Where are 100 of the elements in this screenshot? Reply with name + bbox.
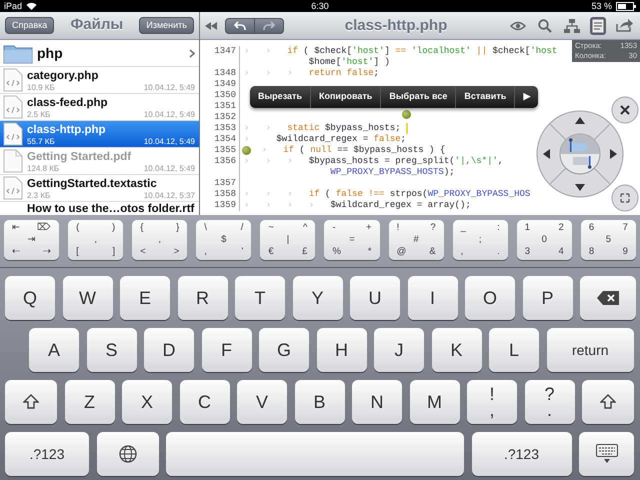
return-key[interactable]: return <box>546 328 634 372</box>
key[interactable]: T <box>235 276 285 320</box>
left-arrow-icon[interactable] <box>543 149 550 159</box>
code-file-icon <box>3 68 23 92</box>
help-button[interactable]: Справка <box>5 16 54 34</box>
shift-icon <box>23 394 39 410</box>
symbol-key[interactable]: { } , < > <box>132 220 188 260</box>
key[interactable]: J <box>374 328 424 372</box>
numbers-key[interactable]: .?123 <box>5 432 89 476</box>
symbol-key[interactable]: 6 7 5 8 9 <box>580 220 636 260</box>
key[interactable]: B <box>294 380 344 424</box>
selection-handle-icon[interactable] <box>242 146 251 155</box>
file-name: class-http.php <box>27 122 107 136</box>
edit-button[interactable]: Изменить <box>139 16 194 34</box>
key[interactable]: R <box>178 276 228 320</box>
key[interactable]: ? . <box>524 380 574 424</box>
numbers-key[interactable]: .?123 <box>472 432 572 476</box>
key[interactable]: S <box>86 328 136 372</box>
key-symbol: ⇤ <box>12 222 20 234</box>
selection-end-icon[interactable] <box>573 156 592 169</box>
key[interactable]: O <box>465 276 515 320</box>
code-line: › › › › $wildcard_regex = array(); <box>243 200 471 211</box>
file-item[interactable]: category.php 10.9 КБ 10.04.12, 5:49 <box>0 67 199 94</box>
key[interactable]: V <box>237 380 287 424</box>
down-arrow-icon[interactable] <box>575 184 585 191</box>
more-button[interactable]: ▶ <box>514 86 538 108</box>
key[interactable]: P <box>522 276 572 320</box>
key[interactable]: W <box>62 276 112 320</box>
expand-button[interactable] <box>612 184 638 212</box>
key-symbol: 7 <box>622 222 628 234</box>
key-symbol: | <box>286 234 290 245</box>
search-button[interactable] <box>536 16 554 34</box>
key[interactable]: F <box>202 328 252 372</box>
key[interactable]: ! , <box>467 380 517 424</box>
file-item[interactable]: GettingStarted.textastic 2.3 КБ 10.04.12, 5:37 <box>0 175 199 202</box>
key-symbol: € <box>268 246 274 258</box>
file-name: How to use the…otos folder.rtf <box>27 202 195 215</box>
backspace-key[interactable] <box>580 276 636 320</box>
hide-keyboard-key[interactable] <box>579 432 634 476</box>
hide-keyboard-icon <box>596 444 618 464</box>
redo-icon <box>263 20 275 30</box>
key-symbol: } <box>176 222 180 234</box>
context-menu-item[interactable]: Копировать <box>310 86 380 108</box>
up-arrow-icon[interactable] <box>575 117 585 124</box>
selection-icon[interactable] <box>560 134 600 154</box>
line-number: 1358 <box>200 189 240 200</box>
key[interactable]: U <box>350 276 400 320</box>
key[interactable]: K <box>432 328 482 372</box>
right-arrow-icon[interactable] <box>610 149 617 159</box>
double-triangle-icon[interactable] <box>205 22 217 30</box>
key[interactable]: M <box>410 380 460 424</box>
globe-key[interactable] <box>96 432 158 476</box>
file-item[interactable]: class-http.php 55.7 КБ 10.04.12, 5:49 <box>0 121 199 148</box>
symbol-key[interactable]: 1 2 0 3 4 <box>516 220 572 260</box>
context-menu-item[interactable]: Выбрать все <box>380 86 456 108</box>
file-date: 10.04.12, 5:49 <box>144 82 195 92</box>
symbol-key[interactable]: - + = % * <box>324 220 380 260</box>
key-symbol: ( <box>76 222 80 234</box>
key-symbol: : <box>497 222 500 234</box>
symbol-key[interactable]: ! ? # @ & <box>388 220 444 260</box>
line-number: 1353 <box>200 123 240 134</box>
battery-percentage: 53 % <box>591 0 612 12</box>
key[interactable]: H <box>316 328 366 372</box>
status-time: 6:30 <box>311 1 329 11</box>
file-date: 10.04.12, 5:37 <box>144 190 195 200</box>
code-line: › if ( null == $bypass_hosts ) { <box>262 145 446 156</box>
key[interactable]: G <box>259 328 309 372</box>
symbol-key[interactable]: ⇤ ⌦ ⇥ ⇠ ⇢ <box>4 220 60 260</box>
symbol-key[interactable]: \ / $ , ' <box>196 220 252 260</box>
key[interactable]: E <box>120 276 170 320</box>
close-button[interactable] <box>612 96 638 124</box>
key[interactable]: D <box>144 328 194 372</box>
symbol-key[interactable]: ~ ^ | € £ <box>260 220 316 260</box>
key[interactable]: A <box>29 328 79 372</box>
context-menu-item[interactable]: Вырезать <box>250 86 310 108</box>
shift-key[interactable] <box>5 380 57 424</box>
key-symbol: 4 <box>558 246 564 258</box>
line-number: 1347 <box>200 46 240 57</box>
key[interactable]: C <box>180 380 230 424</box>
key[interactable]: Y <box>292 276 342 320</box>
key[interactable]: L <box>489 328 539 372</box>
hierarchy-button[interactable] <box>562 16 582 34</box>
selection-handle-icon[interactable] <box>402 110 411 119</box>
share-button[interactable] <box>614 17 635 34</box>
context-menu-item[interactable]: Вставить <box>455 86 514 108</box>
file-item[interactable]: How to use the…otos folder.rtf <box>0 202 199 215</box>
file-name: php <box>37 46 64 60</box>
document-list-button[interactable] <box>590 16 606 34</box>
key[interactable]: I <box>408 276 458 320</box>
symbol-key[interactable]: ( ) , [ ] <box>68 220 124 260</box>
key-symbol: > <box>174 246 180 258</box>
key[interactable]: X <box>122 380 172 424</box>
file-item[interactable]: php <box>0 40 199 67</box>
key[interactable]: N <box>352 380 402 424</box>
key[interactable]: Z <box>64 380 114 424</box>
key[interactable]: Q <box>5 276 55 320</box>
line-number: 1355 <box>200 145 240 156</box>
shift-key[interactable] <box>582 380 634 424</box>
key-symbol: ] <box>112 246 116 258</box>
symbol-key[interactable]: _ : ; , . <box>452 220 508 260</box>
